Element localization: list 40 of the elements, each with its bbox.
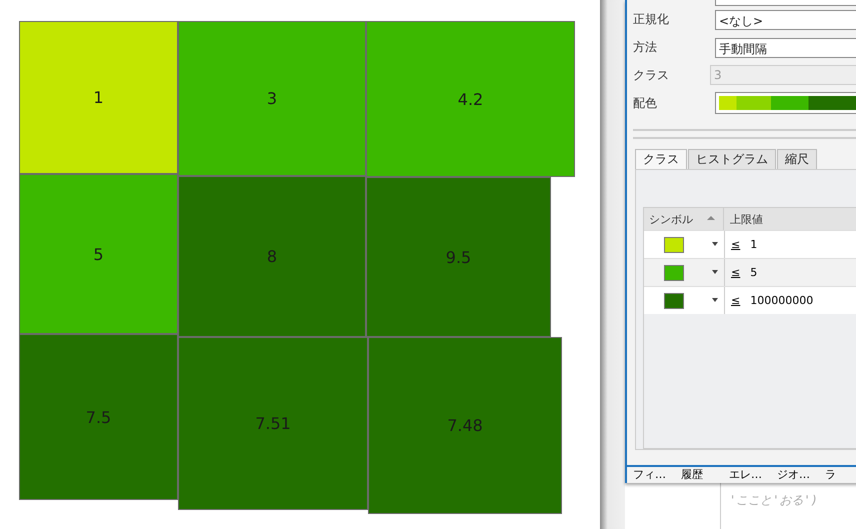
dropdown-arrow-icon[interactable] — [712, 298, 718, 302]
sort-up-icon — [707, 216, 715, 220]
symbol-swatch[interactable] — [664, 292, 684, 309]
polygon-label: 7.5 — [86, 408, 112, 426]
polygon-label: 3 — [266, 89, 278, 108]
polygon-label: 1 — [93, 88, 104, 107]
comparison-symbol: ≤ — [731, 238, 740, 252]
tab[interactable]: クラス — [635, 149, 687, 170]
dropdown-arrow-icon[interactable] — [712, 270, 718, 274]
pane-tab[interactable]: ジオ… — [771, 467, 819, 483]
polygon-label: 5 — [93, 244, 104, 264]
polygon-label: 7.51 — [255, 414, 291, 433]
upper-value[interactable]: 5 — [750, 266, 758, 280]
pane-tab[interactable]: 履歴 — [675, 467, 723, 483]
polygon-label: 4.2 — [458, 90, 484, 108]
pane-tab[interactable]: フィ… — [627, 467, 675, 483]
dropdown-field[interactable]: 手動間隔 — [715, 38, 856, 58]
field-label: 正規化 — [632, 11, 670, 28]
upper-value[interactable]: 1 — [750, 238, 758, 252]
column-header[interactable]: 上限値 — [724, 208, 856, 230]
symbol-swatch[interactable] — [664, 236, 684, 253]
splitter-handle[interactable] — [633, 129, 856, 140]
pane-tab[interactable]: エレ… — [723, 467, 771, 483]
tab[interactable]: ヒストグラム — [688, 149, 776, 170]
symbol-swatch[interactable] — [664, 264, 684, 281]
comparison-symbol: ≤ — [731, 294, 740, 308]
code-line: 'ここと'おる') — [729, 492, 818, 509]
dropdown-arrow-icon[interactable] — [712, 242, 718, 246]
polygon-label: 8 — [266, 247, 278, 266]
field-label: 配色 — [632, 94, 658, 112]
tab[interactable]: 縮尺 — [777, 149, 817, 170]
dropdown-field[interactable]: <なし> — [715, 10, 856, 30]
polygon-label: 7.48 — [447, 416, 483, 435]
field-label: クラス — [632, 66, 670, 84]
upper-value[interactable]: 100000000 — [750, 294, 814, 308]
color-ramp[interactable] — [715, 92, 856, 114]
field-label: 方法 — [632, 39, 658, 56]
comparison-symbol: ≤ — [731, 266, 740, 280]
polygon-label: 9.5 — [446, 248, 472, 266]
pane-tab[interactable]: ラ — [819, 467, 856, 483]
